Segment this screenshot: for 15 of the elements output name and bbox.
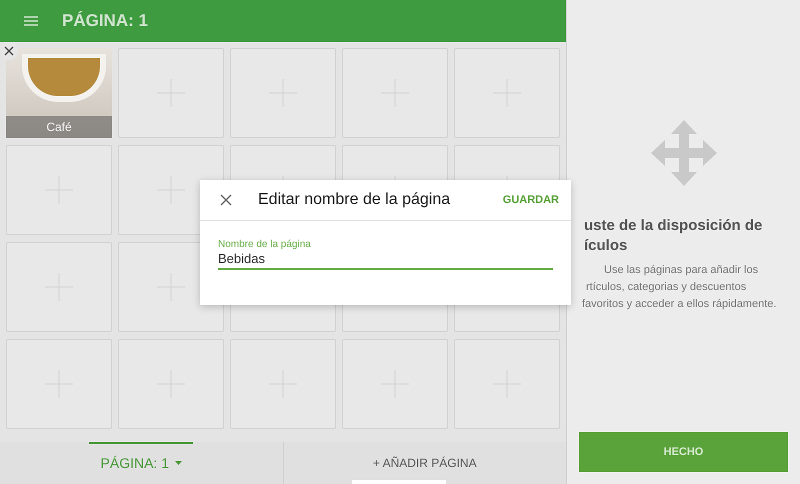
move-arrows-icon: [650, 120, 716, 186]
panel-heading: uste de la disposición de ículos: [584, 216, 764, 256]
page-tab[interactable]: PÁGINA: 1: [0, 442, 282, 484]
panel-description-line: Use las páginas para añadir los: [604, 263, 758, 278]
field-label: Nombre de la página: [218, 239, 312, 250]
dropdown-caret-icon: [174, 461, 182, 465]
item-label: Café: [6, 116, 112, 138]
panel-description-line: rtículos, categorias y descuentos: [586, 280, 746, 295]
page-title: PÁGINA: 1: [62, 11, 148, 31]
close-icon[interactable]: [220, 194, 232, 206]
dialog-title: Editar nombre de la página: [258, 191, 452, 209]
done-button[interactable]: HECHO: [579, 432, 788, 472]
menu-icon[interactable]: [24, 16, 38, 26]
save-button[interactable]: GUARDAR: [502, 190, 559, 210]
panel-description-line: favoritos y acceder a ellos rápidamente.: [582, 297, 776, 312]
